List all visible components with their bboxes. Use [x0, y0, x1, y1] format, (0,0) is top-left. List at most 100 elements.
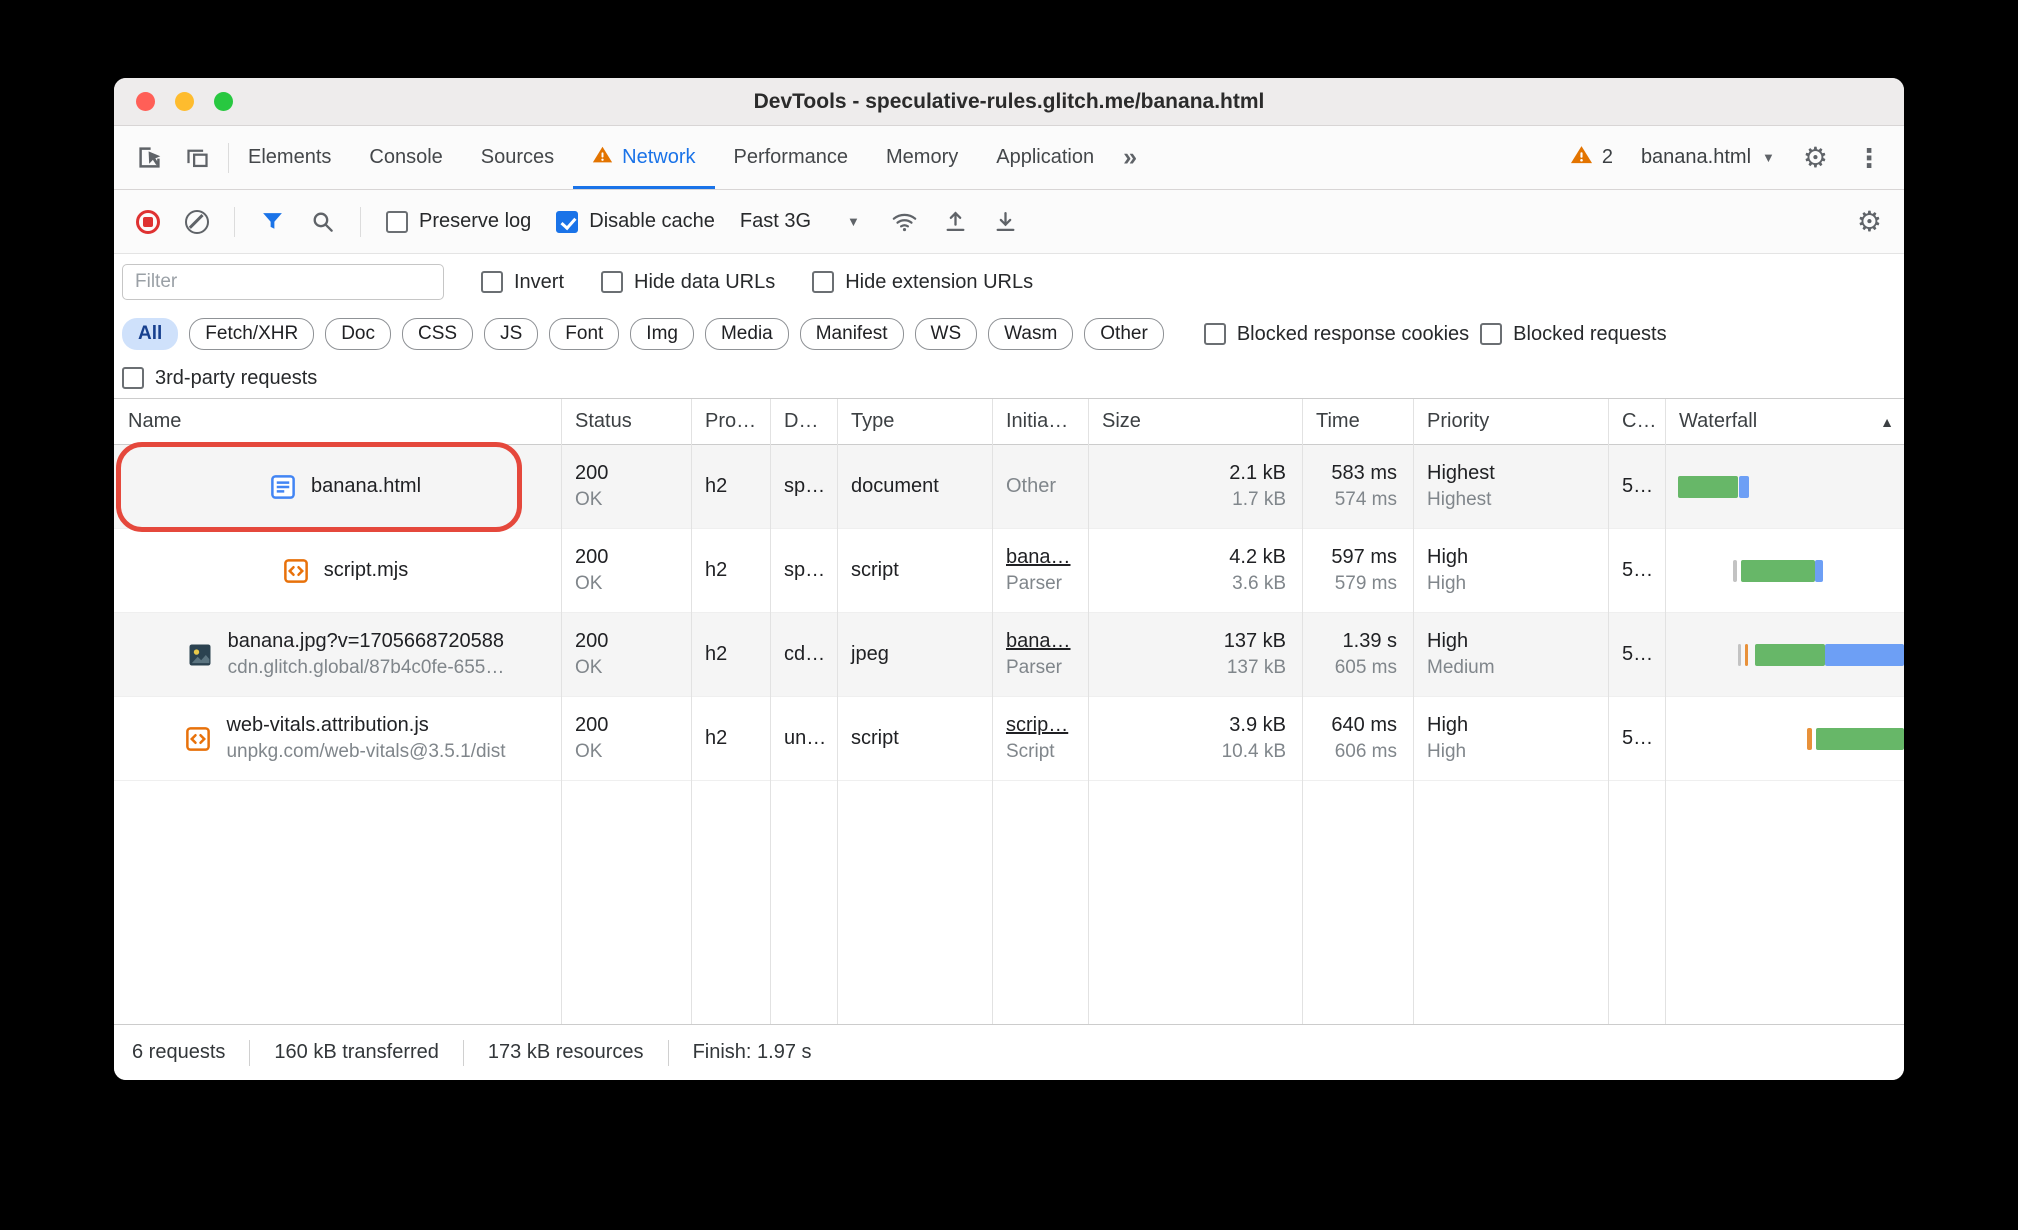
- overflow-menu-icon[interactable]: ⋮: [1856, 145, 1882, 171]
- tab-elements[interactable]: Elements: [229, 126, 350, 189]
- page-context-selector[interactable]: banana.html ▼: [1641, 146, 1775, 169]
- filter-pill-manifest[interactable]: Manifest: [799, 318, 904, 350]
- filter-funnel-icon[interactable]: [260, 209, 285, 234]
- tab-application[interactable]: Application: [977, 126, 1113, 189]
- tab-network[interactable]: Network: [573, 126, 714, 189]
- status-cell: 200 OK: [561, 697, 691, 780]
- time-latency: 574 ms: [1334, 489, 1397, 510]
- request-name-cell[interactable]: web-vitals.attribution.js unpkg.com/web-…: [114, 697, 561, 780]
- column-header-protocol[interactable]: Pro…: [691, 410, 770, 433]
- more-tabs-icon[interactable]: »: [1113, 126, 1147, 189]
- filter-pill-fetchxhr[interactable]: Fetch/XHR: [189, 318, 315, 350]
- filter-pill-css[interactable]: CSS: [402, 318, 474, 350]
- request-name[interactable]: script.mjs: [324, 559, 408, 582]
- initiator-link[interactable]: bana…: [1006, 630, 1088, 653]
- search-icon[interactable]: [310, 209, 335, 234]
- preserve-log-checkbox[interactable]: [386, 210, 408, 233]
- status-cell: 200 OK: [561, 445, 691, 528]
- third-party-requests-checkbox[interactable]: [122, 367, 144, 389]
- clear-network-log-icon[interactable]: [185, 209, 209, 234]
- priority-initial: High: [1427, 573, 1467, 594]
- priority-cell: High High: [1413, 529, 1608, 612]
- priority-initial: High: [1427, 741, 1467, 762]
- request-name[interactable]: banana.jpg?v=1705668720588: [228, 630, 505, 653]
- column-header-initiator[interactable]: Initia…: [992, 410, 1088, 433]
- network-conditions-icon[interactable]: [891, 208, 918, 235]
- record-network-log-button[interactable]: [136, 209, 160, 234]
- document-icon: [268, 472, 298, 502]
- throttling-select[interactable]: Fast 3G ▼: [740, 210, 866, 233]
- domain-value: sp…: [784, 475, 826, 497]
- invert-checkbox[interactable]: [481, 271, 503, 293]
- inspect-element-icon[interactable]: [130, 139, 168, 177]
- tab-console[interactable]: Console: [350, 126, 461, 189]
- blocked-requests-checkbox[interactable]: [1480, 323, 1503, 345]
- filter-pill-js[interactable]: JS: [484, 318, 539, 350]
- column-header-connection[interactable]: C…: [1608, 410, 1665, 433]
- disable-cache-checkbox[interactable]: [556, 210, 579, 233]
- requests-count: 6 requests: [132, 1041, 226, 1063]
- time-latency: 605 ms: [1334, 657, 1397, 678]
- waterfall-cell: [1665, 613, 1904, 696]
- connection-cell: 5…: [1608, 445, 1665, 528]
- filter-pill-doc[interactable]: Doc: [325, 318, 391, 350]
- hide-extension-urls-checkbox[interactable]: [812, 271, 835, 293]
- size-cell: 3.9 kB 10.4 kB: [1088, 697, 1302, 780]
- time-cell: 1.39 s 605 ms: [1302, 613, 1413, 696]
- filter-pill-ws[interactable]: WS: [914, 318, 978, 350]
- filter-pill-wasm[interactable]: Wasm: [988, 318, 1074, 350]
- column-header-domain[interactable]: D…: [770, 410, 837, 433]
- minimize-window-button[interactable]: [175, 92, 194, 111]
- warning-triangle-icon: [1570, 143, 1593, 172]
- priority-initial: Medium: [1427, 657, 1495, 678]
- column-header-priority[interactable]: Priority: [1413, 410, 1608, 433]
- table-row[interactable]: script.mjs 200 OK h2 sp… script bana… Pa…: [114, 529, 1904, 613]
- column-header-time[interactable]: Time: [1302, 410, 1413, 433]
- request-name-cell[interactable]: banana.jpg?v=1705668720588 cdn.glitch.gl…: [114, 613, 561, 696]
- device-toolbar-icon[interactable]: [178, 139, 216, 177]
- status-code: 200: [575, 546, 609, 568]
- filter-pill-other[interactable]: Other: [1084, 318, 1164, 350]
- size-resource: 137 kB: [1226, 657, 1286, 678]
- priority-value: High: [1427, 546, 1469, 568]
- issues-counter[interactable]: 2: [1570, 143, 1613, 172]
- transferred-size: 160 kB transferred: [274, 1041, 439, 1063]
- close-window-button[interactable]: [136, 92, 155, 111]
- filter-pill-font[interactable]: Font: [549, 318, 620, 350]
- filter-pill-all[interactable]: All: [122, 318, 179, 350]
- table-row[interactable]: banana.jpg?v=1705668720588 cdn.glitch.gl…: [114, 613, 1904, 697]
- request-name-cell[interactable]: banana.html: [114, 445, 561, 528]
- column-header-type[interactable]: Type: [837, 410, 992, 433]
- script-icon: [183, 724, 213, 754]
- hide-data-urls-checkbox[interactable]: [601, 271, 624, 293]
- tab-sources[interactable]: Sources: [462, 126, 573, 189]
- import-har-icon[interactable]: [943, 209, 968, 234]
- table-row[interactable]: banana.html 200 OK h2 sp… document Other…: [114, 445, 1904, 529]
- priority-cell: High Medium: [1413, 613, 1608, 696]
- request-name-cell[interactable]: script.mjs: [114, 529, 561, 612]
- zoom-window-button[interactable]: [214, 92, 233, 111]
- request-name[interactable]: banana.html: [311, 475, 421, 498]
- filter-pill-media[interactable]: Media: [704, 318, 789, 350]
- column-header-waterfall[interactable]: Waterfall ▲: [1665, 410, 1904, 433]
- third-party-group: 3rd-party requests: [122, 367, 317, 390]
- disable-cache-group: Disable cache: [556, 210, 715, 233]
- column-header-name[interactable]: Name: [114, 410, 561, 433]
- blocked-response-cookies-checkbox[interactable]: [1203, 323, 1226, 345]
- export-har-icon[interactable]: [993, 209, 1018, 234]
- column-header-size[interactable]: Size: [1088, 410, 1302, 433]
- table-row[interactable]: web-vitals.attribution.js unpkg.com/web-…: [114, 697, 1904, 781]
- throttling-value: Fast 3G: [739, 210, 812, 232]
- blocked-response-cookies-label: Blocked response cookies: [1236, 322, 1470, 345]
- column-header-status[interactable]: Status: [561, 410, 691, 433]
- initiator-link[interactable]: bana…: [1006, 546, 1088, 569]
- filter-pill-img[interactable]: Img: [630, 318, 694, 350]
- tab-memory[interactable]: Memory: [867, 126, 977, 189]
- filter-input[interactable]: [122, 264, 444, 300]
- settings-gear-icon[interactable]: ⚙: [1803, 143, 1828, 172]
- request-name[interactable]: web-vitals.attribution.js: [226, 714, 505, 737]
- initiator-link[interactable]: scrip…: [1006, 714, 1088, 737]
- tab-performance[interactable]: Performance: [715, 126, 868, 189]
- summary-status-bar: 6 requests 160 kB transferred 173 kB res…: [114, 1024, 1904, 1080]
- network-settings-gear-icon[interactable]: ⚙: [1857, 207, 1882, 236]
